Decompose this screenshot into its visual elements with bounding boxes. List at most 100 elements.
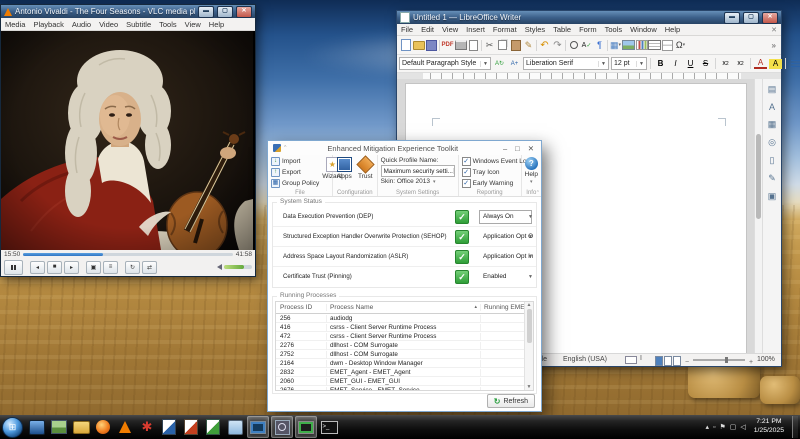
vlc-menu-tools[interactable]: Tools xyxy=(155,20,181,29)
vlc-close-button[interactable]: ✕ xyxy=(236,6,252,18)
process-row[interactable]: 2276dllhost - COM Surrogate xyxy=(276,341,533,350)
vlc-window[interactable]: Antonio Vivaldi - The Four Seasons - VLC… xyxy=(0,4,256,277)
selection-mode-icon[interactable] xyxy=(625,356,637,364)
align-left-button[interactable] xyxy=(789,58,800,70)
tray-flag-icon[interactable]: ⚑ xyxy=(719,423,725,431)
scrollbar-thumb[interactable] xyxy=(527,309,532,343)
pinning-select[interactable]: Enabled xyxy=(483,273,533,280)
dep-select[interactable]: Always On xyxy=(479,210,532,224)
strikethrough-button[interactable]: S xyxy=(699,58,712,70)
taskbar-image-viewer-icon[interactable] xyxy=(49,417,69,437)
pause-button[interactable] xyxy=(4,260,23,275)
new-style-icon[interactable]: A+ xyxy=(508,58,521,70)
taskbar-writer-icon[interactable] xyxy=(159,417,179,437)
process-row[interactable]: 472csrss - Client Server Runtime Process xyxy=(276,332,533,341)
taskbar-calc-icon[interactable] xyxy=(203,417,223,437)
vlc-menu-subtitle[interactable]: Subtitle xyxy=(122,20,155,29)
scroll-up-icon[interactable]: ▲ xyxy=(527,302,532,308)
insert-image-icon[interactable] xyxy=(622,39,635,51)
process-row[interactable]: 256audiodg xyxy=(276,314,533,323)
taskbar-display-app-icon[interactable] xyxy=(247,416,269,438)
single-page-view-icon[interactable] xyxy=(655,356,663,366)
process-row[interactable]: 2752dllhost - COM Surrogate xyxy=(276,350,533,359)
fullscreen-button[interactable]: ▣ xyxy=(86,261,101,274)
volume-slider[interactable] xyxy=(224,265,252,269)
loop-button[interactable]: ↻ xyxy=(125,261,140,274)
taskbar-monitor-app-icon[interactable] xyxy=(295,416,317,438)
apps-button[interactable]: Apps xyxy=(337,157,352,188)
font-name-select[interactable]: Liberation Serif▼ xyxy=(523,57,609,70)
writer-minimize-button[interactable]: ▬ xyxy=(724,12,740,24)
taskbar-firefox-icon[interactable] xyxy=(93,417,113,437)
zoom-in-icon[interactable]: + xyxy=(749,359,753,366)
taskbar-vlc-icon[interactable] xyxy=(115,417,135,437)
emet-minimize-button[interactable]: – xyxy=(499,144,511,153)
writer-menu-table[interactable]: Table xyxy=(549,25,575,34)
next-button[interactable]: ▸ xyxy=(64,261,79,274)
process-row[interactable]: 2060EMET_GUI - EMET_GUI xyxy=(276,377,533,386)
zoom-slider-knob[interactable] xyxy=(725,357,728,363)
sidebar-navigator-icon[interactable]: ◎ xyxy=(768,137,776,148)
emet-maximize-button[interactable]: □ xyxy=(511,144,524,153)
process-table-scrollbar[interactable]: ▲ ▼ xyxy=(524,302,533,390)
tray-expand-icon[interactable]: ▴ xyxy=(705,423,709,431)
undo-icon[interactable]: ↶ xyxy=(538,39,551,51)
previous-button[interactable]: ◂ xyxy=(30,261,45,274)
vlc-titlebar[interactable]: Antonio Vivaldi - The Four Seasons - VLC… xyxy=(1,5,255,18)
windows-event-log-checkbox[interactable]: ✓Windows Event Log xyxy=(462,157,518,167)
scrollbar-thumb[interactable] xyxy=(756,134,761,219)
spellcheck-icon[interactable]: A✓ xyxy=(580,39,593,51)
cut-icon[interactable]: ✂ xyxy=(483,39,496,51)
taskbar-clock[interactable]: 7:21 PM 1/25/2025 xyxy=(754,418,784,436)
dropdown-caret-icon[interactable]: ▼ xyxy=(528,234,533,240)
vlc-menu-help[interactable]: Help xyxy=(205,20,228,29)
tray-app-icon[interactable]: ▫ xyxy=(713,424,715,431)
page-break-icon[interactable] xyxy=(661,39,674,51)
font-color-button[interactable]: A xyxy=(754,58,767,69)
save-icon[interactable] xyxy=(425,39,438,51)
tray-icon-checkbox[interactable]: ✓Tray Icon xyxy=(462,168,518,178)
toolbar-overflow-icon[interactable]: » xyxy=(769,41,779,50)
zoom-out-icon[interactable]: − xyxy=(685,359,689,366)
taskbar-impress-icon[interactable] xyxy=(181,417,201,437)
writer-menu-form[interactable]: Form xyxy=(575,25,601,34)
volume-icon[interactable] xyxy=(217,264,222,270)
vlc-video-area[interactable] xyxy=(1,31,255,250)
show-desktop-button[interactable] xyxy=(792,416,798,438)
font-size-select[interactable]: 12 pt▼ xyxy=(611,57,647,70)
close-document-icon[interactable]: ✕ xyxy=(767,26,781,34)
taskbar-magnifier-app-icon[interactable] xyxy=(271,416,293,438)
taskbar-red-app-icon[interactable]: ✱ xyxy=(137,417,157,437)
formatting-marks-icon[interactable]: ¶ xyxy=(593,39,606,51)
import-button[interactable]: ↓Import xyxy=(271,157,319,167)
bold-button[interactable]: B xyxy=(654,58,667,70)
group-policy-button[interactable]: ▦Group Policy xyxy=(271,178,319,188)
extended-settings-button[interactable]: ≡ xyxy=(103,261,118,274)
insert-table-icon[interactable]: ▦▾ xyxy=(609,39,622,51)
paragraph-style-select[interactable]: Default Paragraph Style▼ xyxy=(399,57,491,70)
trust-button[interactable]: Trust xyxy=(358,157,373,188)
emet-close-button[interactable]: ✕ xyxy=(524,144,536,153)
writer-menu-insert[interactable]: Insert xyxy=(462,25,489,34)
writer-menu-edit[interactable]: Edit xyxy=(417,25,438,34)
multi-page-view-icon[interactable] xyxy=(664,356,672,366)
export-button[interactable]: ↑Export xyxy=(271,168,319,178)
taskbar-settings-app-icon[interactable] xyxy=(225,417,245,437)
writer-titlebar[interactable]: Untitled 1 — LibreOffice Writer ▬ ▢ ✕ xyxy=(397,11,781,24)
open-icon[interactable] xyxy=(412,39,425,51)
quick-profile-select[interactable]: Maximum security setti...▼ xyxy=(381,165,455,177)
paste-icon[interactable] xyxy=(509,39,522,51)
writer-menu-view[interactable]: View xyxy=(438,25,462,34)
sidebar-more-icon[interactable]: ▣ xyxy=(768,191,777,202)
sidebar-page-icon[interactable]: ▯ xyxy=(770,155,775,166)
process-row[interactable]: 416csrss - Client Server Runtime Process xyxy=(276,323,533,332)
taskbar-file-explorer-icon[interactable] xyxy=(71,417,91,437)
early-warning-checkbox[interactable]: ✓Early Warning xyxy=(462,178,518,188)
clone-formatting-icon[interactable]: ✎ xyxy=(522,39,535,51)
process-row[interactable]: 2164dwm - Desktop Window Manager xyxy=(276,359,533,368)
subscript-button[interactable]: x2 xyxy=(734,58,747,70)
seek-bar[interactable] xyxy=(23,253,232,256)
writer-menu-help[interactable]: Help xyxy=(661,25,684,34)
insert-textbox-icon[interactable] xyxy=(648,39,661,51)
emet-titlebar[interactable]: ˆ Enhanced Mitigation Experience Toolkit… xyxy=(268,141,541,155)
